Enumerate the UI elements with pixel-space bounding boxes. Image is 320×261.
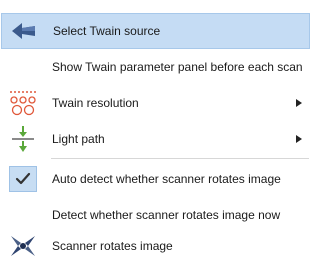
scanner-rotates-icon xyxy=(1,231,45,261)
menu-item-detect-rotation-now[interactable]: Detect whether scanner rotates image now xyxy=(1,197,310,233)
menu-item-show-twain-parameter-panel[interactable]: Show Twain parameter panel before each s… xyxy=(1,49,310,85)
menu-item-select-twain-source[interactable]: Select Twain source xyxy=(1,13,310,49)
menu-item-label: Twain resolution xyxy=(52,96,139,110)
menu-item-light-path[interactable]: Light path xyxy=(1,121,310,157)
twain-context-menu: Select Twain source Show Twain parameter… xyxy=(0,0,311,260)
empty-icon-slot xyxy=(1,49,45,85)
submenu-arrow-icon xyxy=(292,135,306,143)
menu-item-label: Auto detect whether scanner rotates imag… xyxy=(52,172,281,186)
menu-item-scanner-rotates-image[interactable]: Scanner rotates image xyxy=(1,231,310,261)
menu-item-label: Light path xyxy=(52,132,105,146)
light-path-icon xyxy=(1,121,45,157)
submenu-arrow-icon xyxy=(292,99,306,107)
menu-item-label: Scanner rotates image xyxy=(52,239,173,253)
resolution-dots-icon xyxy=(1,85,45,121)
menu-item-label: Show Twain parameter panel before each s… xyxy=(52,60,303,74)
menu-item-label: Detect whether scanner rotates image now xyxy=(52,208,281,222)
empty-icon-slot xyxy=(1,197,45,233)
checkmark-cell xyxy=(1,161,45,197)
menu-item-twain-resolution[interactable]: Twain resolution xyxy=(1,85,310,121)
twain-source-arrow-icon xyxy=(2,14,46,48)
checkmark-icon xyxy=(9,166,37,192)
menu-separator xyxy=(51,158,309,159)
menu-item-auto-detect-rotation[interactable]: Auto detect whether scanner rotates imag… xyxy=(1,161,310,197)
menu-item-label: Select Twain source xyxy=(53,24,161,38)
